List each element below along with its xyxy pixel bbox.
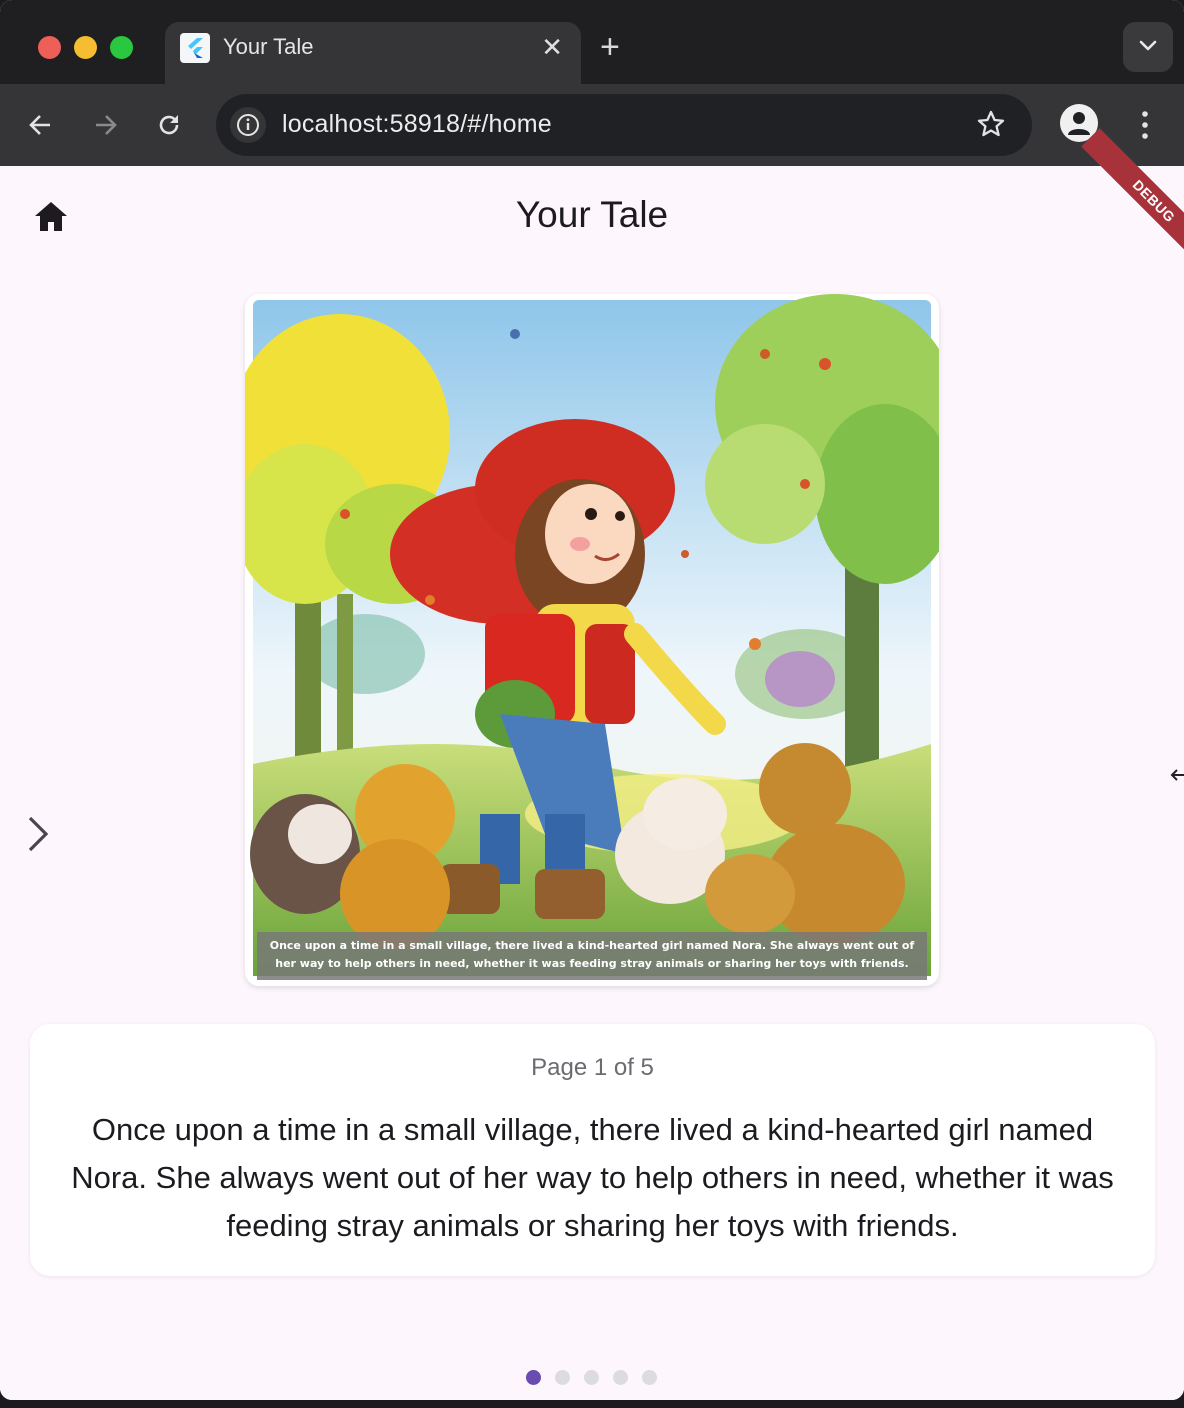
address-bar[interactable]: localhost:58918/#/home	[216, 94, 1032, 156]
info-icon	[237, 114, 259, 136]
reload-button[interactable]	[150, 106, 188, 144]
page-title: Your Tale	[515, 194, 669, 235]
new-tab-button[interactable]: +	[600, 30, 620, 64]
arrow-right-icon	[96, 115, 117, 135]
next-page-chevron-icon[interactable]	[22, 814, 52, 854]
more-vert-icon	[1142, 111, 1148, 139]
page-dot-1[interactable]	[526, 1370, 541, 1385]
url-text[interactable]: localhost:58918/#/home	[282, 110, 552, 139]
chevron-down-icon	[1139, 40, 1157, 51]
app-content: Your Tale DEBUG Once upon a time in a sm…	[0, 128, 1184, 1400]
page-dot-4[interactable]	[613, 1370, 628, 1385]
back-button[interactable]	[22, 106, 60, 144]
illustration-caption: Once upon a time in a small village, the…	[257, 932, 927, 980]
browser-toolbar: localhost:58918/#/home	[0, 84, 1184, 166]
browser-window: Your Tale ✕ + localhost:58918/#/home You…	[0, 0, 1184, 1400]
browser-tab-active[interactable]: Your Tale ✕	[165, 22, 581, 84]
bookmark-star-icon[interactable]	[976, 109, 1006, 139]
story-illustration	[245, 294, 939, 976]
resize-cursor-icon	[1170, 769, 1184, 781]
story-text: Once upon a time in a small village, the…	[71, 1112, 1114, 1243]
story-text-card: Page 1 of 5 Once upon a time in a small …	[30, 1024, 1155, 1276]
page-dot-5[interactable]	[642, 1370, 657, 1385]
tab-search-button[interactable]	[1123, 22, 1173, 72]
flutter-favicon-icon	[180, 33, 210, 63]
minimize-window-button[interactable]	[74, 36, 97, 59]
tab-title: Your Tale	[223, 34, 314, 59]
person-icon	[1068, 112, 1090, 135]
page-indicator: Page 1 of 5	[531, 1054, 654, 1081]
page-dot-3[interactable]	[584, 1370, 599, 1385]
browser-menu-button[interactable]	[1133, 106, 1157, 144]
page-dot-2[interactable]	[555, 1370, 570, 1385]
tab-strip: Your Tale ✕ +	[0, 0, 1184, 84]
reload-icon	[159, 115, 179, 135]
close-window-button[interactable]	[38, 36, 61, 59]
story-illustration-card[interactable]: Once upon a time in a small village, the…	[245, 294, 939, 986]
forward-button[interactable]	[86, 106, 124, 144]
tab-close-icon[interactable]: ✕	[541, 32, 563, 62]
arrow-left-icon	[29, 115, 50, 135]
site-info-button[interactable]	[230, 107, 266, 143]
maximize-window-button[interactable]	[110, 36, 133, 59]
